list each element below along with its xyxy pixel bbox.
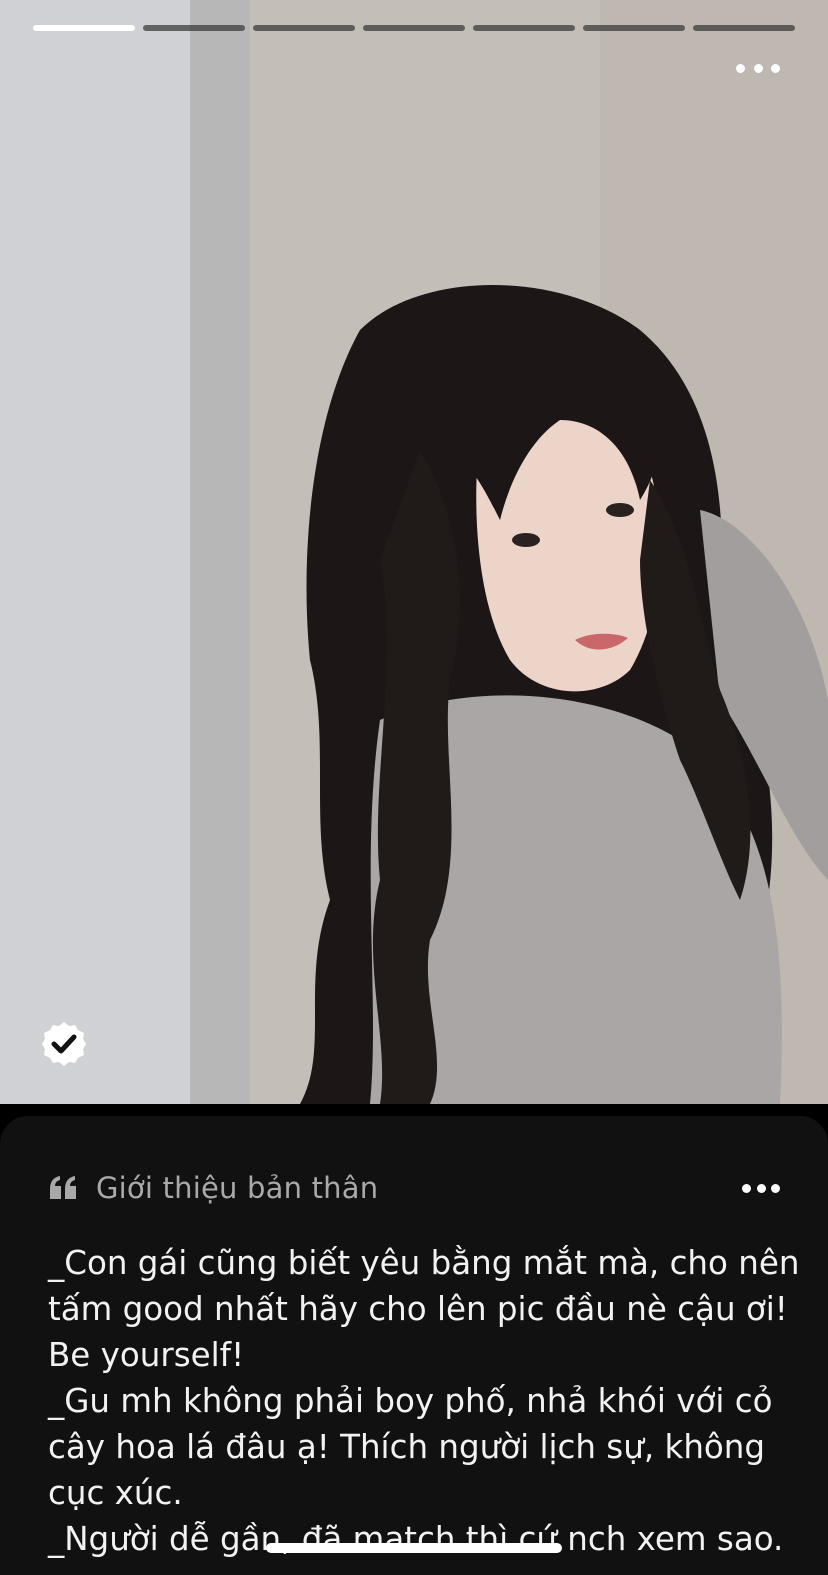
bio-line: _Gu mh không phải boy phố, nhả khói với … bbox=[48, 1382, 773, 1420]
photo-more-options-icon[interactable] bbox=[736, 56, 780, 80]
quote-icon bbox=[48, 1173, 78, 1203]
photo-progress-segment[interactable] bbox=[253, 25, 355, 31]
profile-screen: Giới thiệu bản thân _Con gái cũng biết y… bbox=[0, 0, 828, 1575]
photo-progress-bar bbox=[33, 25, 795, 31]
bio-line: tấm good nhất hãy cho lên pic đầu nè cậu… bbox=[48, 1290, 788, 1328]
bio-line: Be yourself! bbox=[48, 1336, 245, 1374]
verified-badge-icon[interactable] bbox=[40, 1020, 88, 1068]
bio-line: _Con gái cũng biết yêu bằng mắt mà, cho … bbox=[48, 1244, 800, 1282]
profile-photo[interactable] bbox=[0, 0, 828, 1104]
section-title: Giới thiệu bản thân bbox=[96, 1171, 379, 1205]
photo-progress-segment[interactable] bbox=[143, 25, 245, 31]
about-me-header: Giới thiệu bản thân bbox=[48, 1170, 780, 1206]
bio-line: _Người dễ gần, đã match thì cứ nch xem s… bbox=[48, 1520, 784, 1558]
bio-line: cây hoa lá đâu ạ! Thích người lịch sự, k… bbox=[48, 1428, 766, 1466]
photo-progress-segment[interactable] bbox=[33, 25, 135, 31]
bio-text: _Con gái cũng biết yêu bằng mắt mà, cho … bbox=[48, 1240, 800, 1562]
photo-progress-segment[interactable] bbox=[583, 25, 685, 31]
photo-progress-segment[interactable] bbox=[473, 25, 575, 31]
photo-progress-segment[interactable] bbox=[363, 25, 465, 31]
photo-progress-segment[interactable] bbox=[693, 25, 795, 31]
about-me-card: Giới thiệu bản thân _Con gái cũng biết y… bbox=[0, 1116, 828, 1575]
bio-line: cục xúc. bbox=[48, 1474, 183, 1512]
card-more-options-icon[interactable] bbox=[742, 1176, 780, 1200]
home-indicator[interactable] bbox=[266, 1543, 562, 1553]
photo-illustration bbox=[0, 0, 828, 1104]
